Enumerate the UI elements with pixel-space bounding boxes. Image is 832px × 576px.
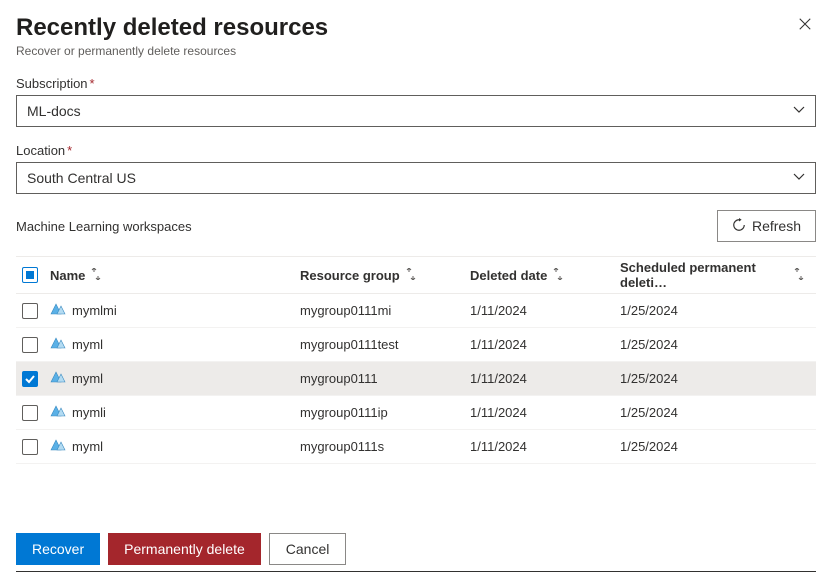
row-name: myml: [72, 439, 103, 454]
chevron-down-icon: [793, 103, 805, 119]
footer-actions: Recover Permanently delete Cancel: [16, 527, 816, 572]
row-deleted-date: 1/11/2024: [470, 439, 620, 454]
column-header-name-text: Name: [50, 268, 85, 283]
column-header-scheduled[interactable]: Scheduled permanent deleti…: [620, 260, 794, 290]
table-row[interactable]: mymlmi mygroup0111mi1/11/20241/25/2024: [16, 294, 816, 328]
row-deleted-date: 1/11/2024: [470, 371, 620, 386]
row-checkbox[interactable]: [22, 337, 38, 353]
row-scheduled-date: 1/25/2024: [620, 337, 810, 352]
section-label: Machine Learning workspaces: [16, 219, 192, 234]
subscription-select[interactable]: ML-docs: [16, 95, 816, 127]
table-row[interactable]: myml mygroup0111test1/11/20241/25/2024: [16, 328, 816, 362]
row-checkbox[interactable]: [22, 439, 38, 455]
row-resource-group: mygroup0111test: [300, 337, 470, 352]
chevron-down-icon: [793, 170, 805, 186]
workspace-icon: [50, 437, 66, 456]
sort-icon: [553, 268, 563, 283]
subscription-label: Subscription*: [16, 76, 816, 91]
required-marker: *: [90, 76, 95, 91]
table-row[interactable]: mymli mygroup0111ip1/11/20241/25/2024: [16, 396, 816, 430]
required-marker: *: [67, 143, 72, 158]
column-header-resource-group[interactable]: Resource group: [300, 268, 416, 283]
workspace-icon: [50, 335, 66, 354]
table-header: Name Resource group Deleted date Schedul…: [16, 256, 816, 294]
workspace-icon: [50, 301, 66, 320]
row-resource-group: mygroup0111ip: [300, 405, 470, 420]
column-header-name[interactable]: Name: [50, 268, 101, 283]
row-checkbox[interactable]: [22, 405, 38, 421]
row-name: mymli: [72, 405, 106, 420]
page-title: Recently deleted resources: [16, 14, 328, 42]
cancel-button[interactable]: Cancel: [269, 533, 347, 565]
workspace-icon: [50, 369, 66, 388]
subscription-value: ML-docs: [27, 103, 81, 119]
location-value: South Central US: [27, 170, 136, 186]
row-scheduled-date: 1/25/2024: [620, 371, 810, 386]
row-deleted-date: 1/11/2024: [470, 405, 620, 420]
sort-icon: [406, 268, 416, 283]
location-select[interactable]: South Central US: [16, 162, 816, 194]
refresh-label: Refresh: [752, 218, 801, 234]
row-name: mymlmi: [72, 303, 117, 318]
select-all-checkbox[interactable]: [22, 267, 38, 283]
table-row[interactable]: myml mygroup0111s1/11/20241/25/2024: [16, 430, 816, 464]
close-icon[interactable]: [794, 14, 816, 36]
refresh-button[interactable]: Refresh: [717, 210, 816, 242]
row-checkbox[interactable]: [22, 303, 38, 319]
column-header-deleted[interactable]: Deleted date: [470, 268, 563, 283]
sort-icon: [794, 268, 804, 283]
row-name: myml: [72, 371, 103, 386]
row-scheduled-date: 1/25/2024: [620, 439, 810, 454]
row-resource-group: mygroup0111: [300, 371, 470, 386]
permanently-delete-button[interactable]: Permanently delete: [108, 533, 261, 565]
table-row[interactable]: myml mygroup01111/11/20241/25/2024: [16, 362, 816, 396]
column-header-deleted-text: Deleted date: [470, 268, 547, 283]
row-resource-group: mygroup0111s: [300, 439, 470, 454]
row-resource-group: mygroup0111mi: [300, 303, 470, 318]
workspace-icon: [50, 403, 66, 422]
row-checkbox[interactable]: [22, 371, 38, 387]
row-scheduled-date: 1/25/2024: [620, 405, 810, 420]
page-subtitle: Recover or permanently delete resources: [16, 44, 328, 58]
location-label: Location*: [16, 143, 816, 158]
location-label-text: Location: [16, 143, 65, 158]
column-header-rg-text: Resource group: [300, 268, 400, 283]
row-deleted-date: 1/11/2024: [470, 337, 620, 352]
row-name: myml: [72, 337, 103, 352]
row-deleted-date: 1/11/2024: [470, 303, 620, 318]
refresh-icon: [732, 218, 746, 235]
recover-button[interactable]: Recover: [16, 533, 100, 565]
column-header-scheduled-text: Scheduled permanent deleti…: [620, 260, 794, 290]
row-scheduled-date: 1/25/2024: [620, 303, 810, 318]
subscription-label-text: Subscription: [16, 76, 88, 91]
workspaces-table: Name Resource group Deleted date Schedul…: [16, 256, 816, 464]
sort-icon: [91, 268, 101, 283]
